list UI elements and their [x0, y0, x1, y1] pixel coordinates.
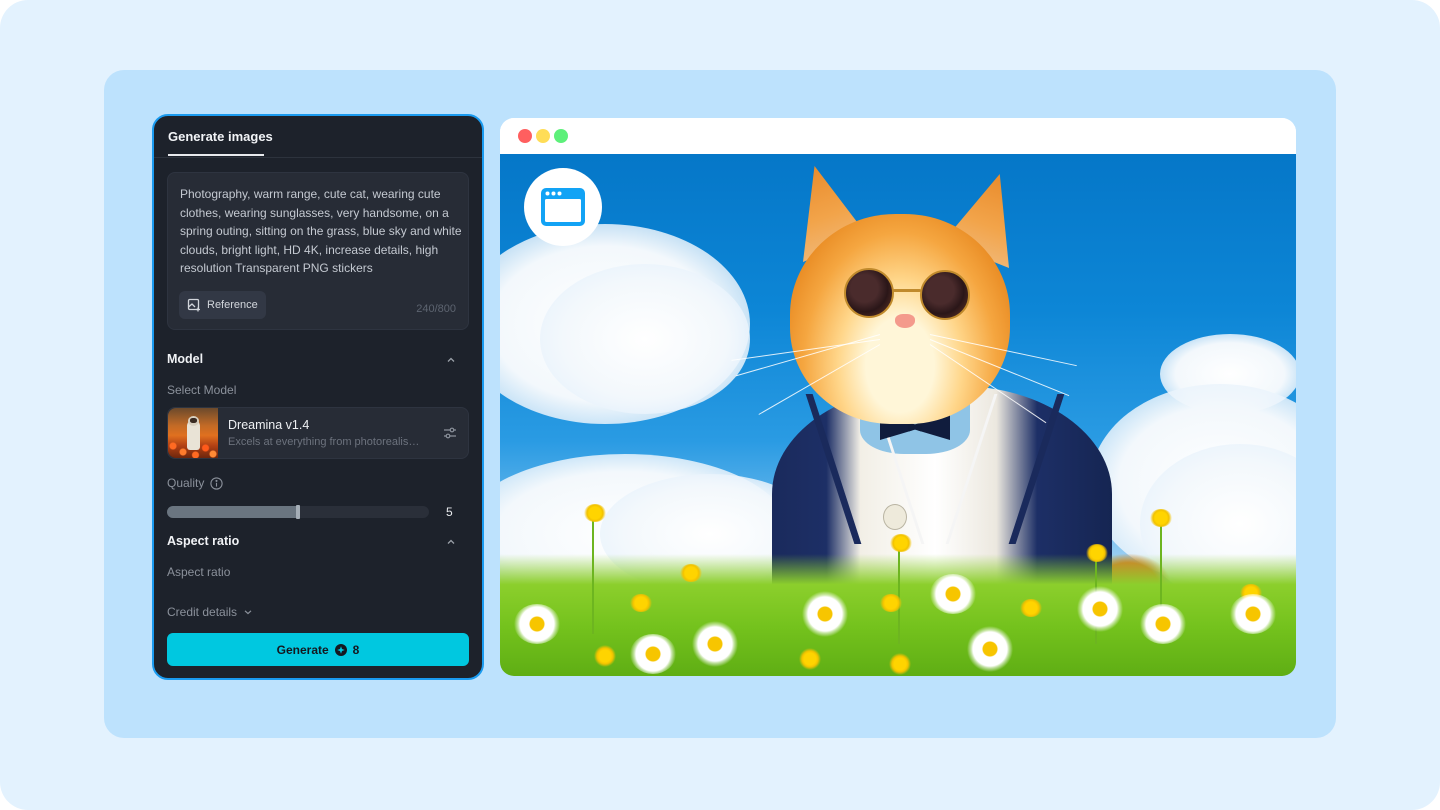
- sliders-icon[interactable]: [442, 425, 458, 441]
- buttercup-flower: [1086, 544, 1108, 562]
- chevron-down-icon: [244, 610, 252, 615]
- model-section-title: Model: [167, 352, 204, 366]
- quality-slider-thumb[interactable]: [296, 505, 300, 519]
- daisy-flower: [514, 604, 560, 644]
- aspect-ratio-label: Aspect ratio: [167, 565, 231, 579]
- daisy-flower: [630, 634, 676, 674]
- daisy-flower: [1230, 594, 1276, 634]
- collapse-aspect-chevron-up-icon[interactable]: [446, 537, 456, 547]
- prompt-box: Reference 240/800: [167, 172, 469, 330]
- browser-title-bar: [500, 118, 1296, 154]
- model-description: Excels at everything from photorealism t…: [228, 436, 428, 448]
- info-icon[interactable]: [210, 476, 224, 490]
- prompt-input[interactable]: [180, 185, 462, 281]
- daisy-flower: [790, 584, 860, 644]
- buttercup-flower: [880, 649, 920, 676]
- credit-details-toggle[interactable]: Credit details: [167, 605, 253, 619]
- sunglasses-lens-left: [844, 268, 894, 318]
- preview-browser-window: [500, 118, 1296, 676]
- flower-stem: [592, 514, 594, 634]
- generate-images-panel: Generate images Reference 240/800 Model …: [152, 114, 484, 680]
- quality-label: Quality: [167, 476, 205, 490]
- close-window-button[interactable]: [518, 129, 532, 143]
- model-name: Dreamina v1.4: [228, 418, 310, 432]
- buttercup-flower: [630, 594, 652, 612]
- generate-label: Generate: [276, 642, 329, 657]
- buttercup-flower: [584, 504, 606, 522]
- aspect-ratio-section-title: Aspect ratio: [167, 534, 240, 548]
- buttercup-flower: [1020, 599, 1042, 617]
- cloud: [540, 264, 750, 414]
- daisy-flower: [680, 614, 750, 674]
- quality-slider[interactable]: [167, 505, 429, 519]
- minimize-window-button[interactable]: [536, 129, 550, 143]
- active-tab-indicator: [168, 154, 264, 156]
- credit-coin-icon: [334, 643, 347, 656]
- character-count: 240/800: [416, 303, 456, 315]
- generate-cost: 8: [352, 642, 360, 657]
- maximize-window-button[interactable]: [554, 129, 568, 143]
- cardigan-button: [883, 504, 907, 530]
- generate-button[interactable]: Generate 8: [167, 633, 469, 666]
- cat-nose: [895, 314, 915, 328]
- buttercup-flower: [1150, 509, 1172, 527]
- model-selector[interactable]: Dreamina v1.4 Excels at everything from …: [167, 407, 469, 459]
- thumbnail-visor: [190, 418, 197, 423]
- buttercup-flower: [580, 639, 630, 673]
- buttercup-flower: [890, 534, 912, 552]
- browser-window-badge: [524, 168, 602, 246]
- select-model-label: Select Model: [167, 383, 237, 397]
- quality-row: Quality: [167, 476, 224, 490]
- daisy-flower: [1140, 604, 1186, 644]
- browser-window-icon: [541, 188, 585, 226]
- quality-slider-fill: [167, 506, 298, 518]
- credit-details-label: Credit details: [167, 605, 238, 619]
- collapse-model-chevron-up-icon[interactable]: [446, 355, 456, 365]
- reference-label: Reference: [207, 299, 258, 311]
- generated-image[interactable]: [500, 154, 1296, 676]
- quality-value: 5: [446, 505, 453, 519]
- tab-bar: Generate images: [154, 116, 482, 158]
- buttercup-flower: [790, 644, 830, 674]
- flower-stem: [898, 544, 900, 644]
- image-add-icon: [187, 298, 200, 312]
- daisy-flower: [930, 574, 976, 614]
- reference-button[interactable]: Reference: [179, 291, 266, 319]
- daisy-flower: [960, 624, 1020, 674]
- tab-generate-images[interactable]: Generate images: [168, 129, 273, 144]
- buttercup-flower: [880, 594, 902, 612]
- sunglasses-bridge: [893, 289, 921, 292]
- sunglasses-lens-right: [920, 270, 970, 320]
- daisy-flower: [1070, 584, 1130, 634]
- model-thumbnail: [168, 408, 218, 458]
- buttercup-flower: [680, 564, 702, 582]
